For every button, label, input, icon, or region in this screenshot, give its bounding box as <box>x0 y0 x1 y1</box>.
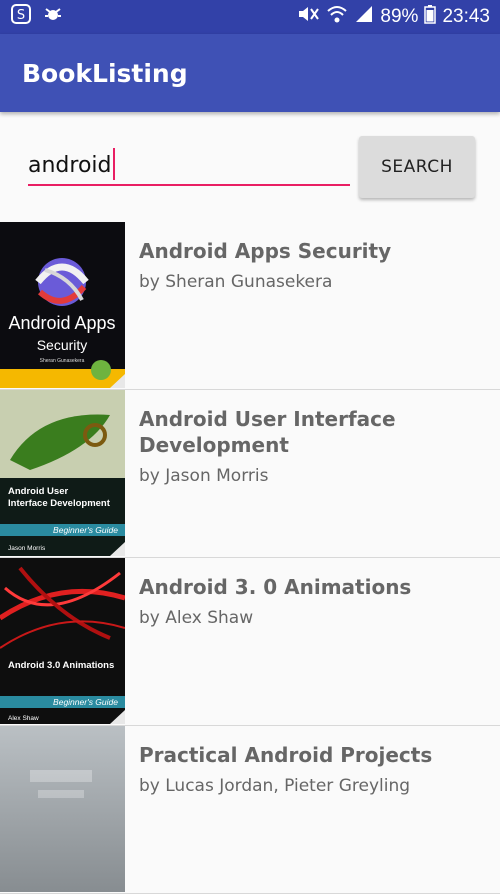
cover-series: Beginner's Guide <box>53 525 118 535</box>
s-app-icon: S <box>10 3 32 31</box>
book-list[interactable]: Android Apps Security Sheran Gunasekera … <box>0 222 500 894</box>
book-info: Practical Android Projects by Lucas Jord… <box>139 742 489 796</box>
book-author: by Lucas Jordan, Pieter Greyling <box>139 776 411 796</box>
list-item[interactable]: Android Apps Security Sheran Gunasekera … <box>0 222 500 390</box>
battery-icon <box>424 4 437 30</box>
bug-icon <box>42 3 64 31</box>
book-title: Android 3. 0 Animations <box>139 575 412 599</box>
book-info: Android 3. 0 Animations by Alex Shaw <box>139 574 489 628</box>
book-info: Android User Interface Development by Ja… <box>139 406 489 486</box>
battery-percent: 89% <box>380 6 419 27</box>
book-author: by Jason Morris <box>139 466 269 486</box>
book-cover-image: Android 3.0 Animations Beginner's Guide … <box>0 558 125 724</box>
search-input[interactable] <box>28 146 350 186</box>
list-item[interactable]: Android 3.0 Animations Beginner's Guide … <box>0 558 500 726</box>
text-cursor <box>113 148 115 180</box>
book-info: Android Apps Security by Sheran Gunaseke… <box>139 238 489 292</box>
cover-subtitle: Security <box>37 337 88 353</box>
cover-author: Alex Shaw <box>8 715 39 722</box>
cover-title: Android Apps <box>8 313 115 333</box>
cover-title: Android 3.0 Animations <box>8 660 114 671</box>
list-item[interactable]: Practical Android Projects by Lucas Jord… <box>0 726 500 894</box>
book-cover-image: Android User Interface Development Begin… <box>0 390 125 556</box>
cover-subtitle: Interface Development <box>8 498 111 509</box>
book-cover-image <box>0 726 125 892</box>
app-bar: BookListing <box>0 34 500 112</box>
wifi-icon <box>326 4 348 30</box>
list-item[interactable]: Android User Interface Development Begin… <box>0 390 500 558</box>
clock: 23:43 <box>442 6 490 27</box>
status-bar: S 89% 23:43 <box>0 0 500 34</box>
cover-author: Jason Morris <box>8 545 46 552</box>
book-title: Android User Interface Development <box>139 407 396 457</box>
app-title: BookListing <box>22 58 188 88</box>
signal-icon <box>354 4 374 30</box>
cover-author: Sheran Gunasekera <box>40 358 85 364</box>
search-button[interactable]: SEARCH <box>359 136 475 198</box>
book-title: Practical Android Projects <box>139 743 433 767</box>
mute-icon <box>296 4 320 30</box>
search-row: SEARCH <box>0 112 500 222</box>
book-author: by Sheran Gunasekera <box>139 272 333 292</box>
svg-text:S: S <box>17 8 25 23</box>
cover-series: Beginner's Guide <box>53 697 118 707</box>
book-author: by Alex Shaw <box>139 608 254 628</box>
cover-title: Android User <box>8 486 68 497</box>
book-cover-image: Android Apps Security Sheran Gunasekera <box>0 222 125 388</box>
book-title: Android Apps Security <box>139 239 392 263</box>
